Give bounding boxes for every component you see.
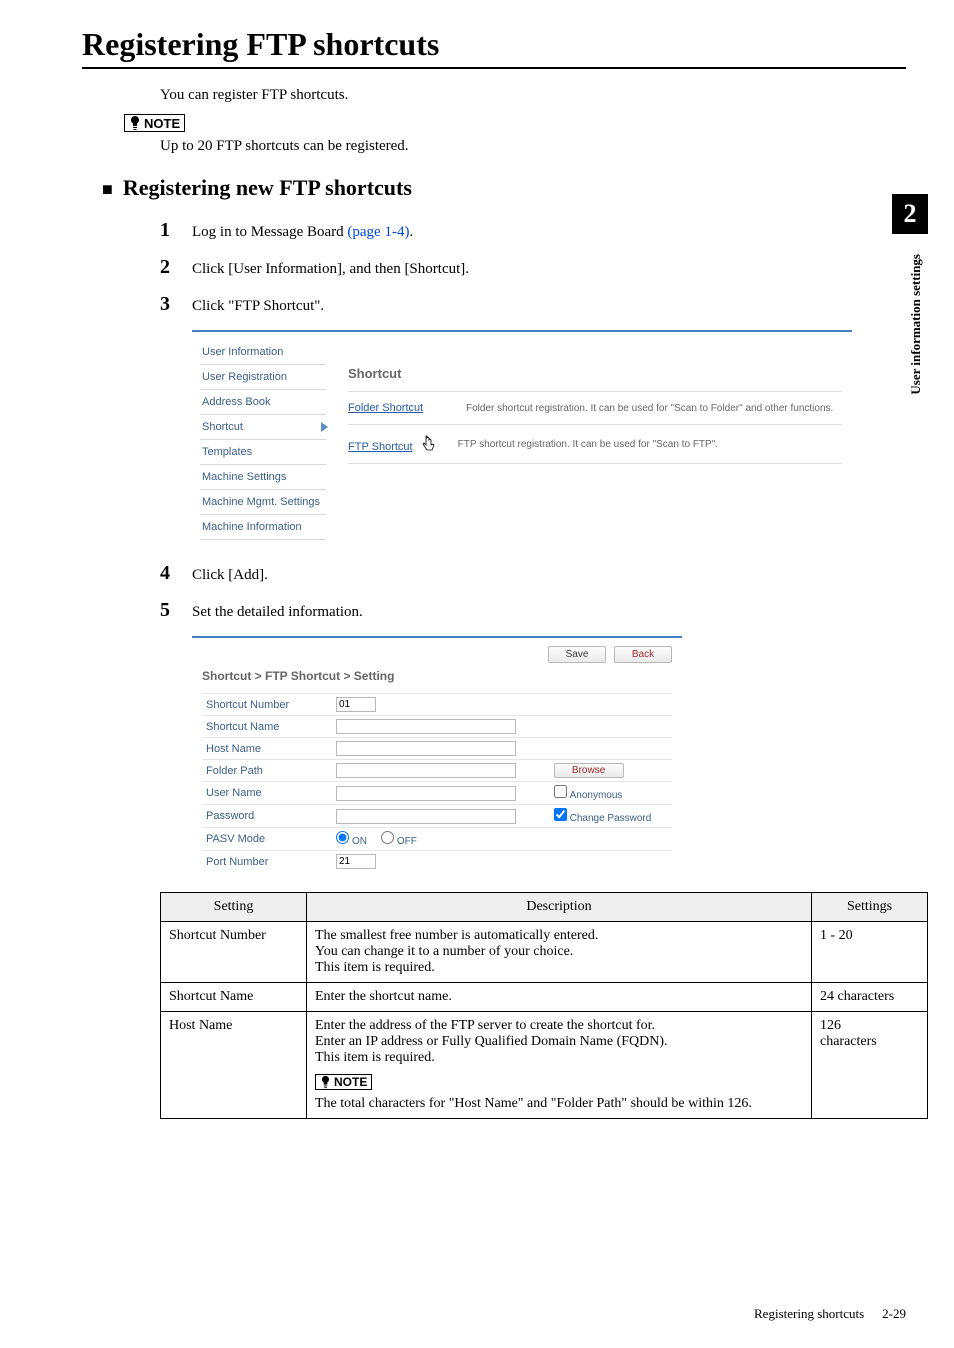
browse-button[interactable]: Browse bbox=[554, 763, 624, 778]
note-body: The total characters for "Host Name" and… bbox=[315, 1096, 752, 1111]
page-link[interactable]: (page 1-4) bbox=[347, 224, 409, 240]
sidebar-item-templates[interactable]: Templates bbox=[200, 440, 326, 465]
table-row: Shortcut Name Enter the shortcut name. 2… bbox=[161, 983, 928, 1012]
note-badge: NOTE bbox=[315, 1074, 372, 1090]
sidebar-item-machine-mgmt[interactable]: Machine Mgmt. Settings bbox=[200, 490, 326, 515]
cell-description: Enter the shortcut name. bbox=[307, 983, 812, 1012]
sidebar-item-user-information[interactable]: User Information bbox=[200, 340, 326, 365]
step-number-5: 5 bbox=[160, 599, 178, 622]
step-number-2: 2 bbox=[160, 256, 178, 279]
label-change-password: Change Password bbox=[570, 813, 652, 824]
panel-heading-shortcut: Shortcut bbox=[348, 366, 842, 381]
checkbox-anonymous[interactable] bbox=[554, 785, 567, 798]
cell-range: 24 characters bbox=[812, 983, 928, 1012]
screenshot-shortcut-list: User Information User Registration Addre… bbox=[192, 330, 852, 548]
cell-setting: Shortcut Name bbox=[161, 983, 307, 1012]
note-label: NOTE bbox=[144, 116, 180, 131]
step-4-text: Click [Add]. bbox=[192, 567, 268, 584]
note-badge: NOTE bbox=[124, 114, 185, 132]
section-bullet-icon: ■ bbox=[102, 179, 113, 200]
lightbulb-icon bbox=[320, 1075, 331, 1089]
row-ftp-shortcut: FTP Shortcut FTP shortcut registration. … bbox=[348, 429, 842, 459]
title-underline bbox=[82, 67, 906, 69]
lightbulb-icon bbox=[129, 115, 141, 131]
footer-page: 2-29 bbox=[882, 1306, 906, 1322]
note-label: NOTE bbox=[334, 1075, 367, 1089]
input-user-name[interactable] bbox=[336, 786, 516, 801]
sidebar-item-shortcut[interactable]: Shortcut bbox=[200, 415, 326, 440]
input-shortcut-name[interactable] bbox=[336, 719, 516, 734]
input-password[interactable] bbox=[336, 809, 516, 824]
th-setting: Setting bbox=[161, 893, 307, 922]
desc-folder-shortcut: Folder shortcut registration. It can be … bbox=[466, 403, 833, 414]
cell-description: The smallest free number is automaticall… bbox=[307, 922, 812, 983]
step-2-text: Click [User Information], and then [Shor… bbox=[192, 261, 469, 278]
sidebar-item-address-book[interactable]: Address Book bbox=[200, 390, 326, 415]
label-shortcut-number: Shortcut Number bbox=[202, 694, 332, 716]
section-heading: Registering new FTP shortcuts bbox=[123, 175, 412, 201]
step-number-1: 1 bbox=[160, 219, 178, 242]
cell-setting: Host Name bbox=[161, 1012, 307, 1119]
label-port-number: Port Number bbox=[202, 851, 332, 873]
checkbox-change-password[interactable] bbox=[554, 808, 567, 821]
step-3-text: Click "FTP Shortcut". bbox=[192, 298, 324, 315]
label-folder-path: Folder Path bbox=[202, 760, 332, 782]
step-1-text-b: . bbox=[409, 224, 413, 240]
table-row: Shortcut Number The smallest free number… bbox=[161, 922, 928, 983]
input-folder-path[interactable] bbox=[336, 763, 516, 778]
step-5-text: Set the detailed information. bbox=[192, 604, 363, 621]
table-row: Host Name Enter the address of the FTP s… bbox=[161, 1012, 928, 1119]
radio-pasv-off[interactable] bbox=[381, 831, 394, 844]
breadcrumb: Shortcut > FTP Shortcut > Setting bbox=[202, 669, 672, 683]
link-folder-shortcut[interactable]: Folder Shortcut bbox=[348, 402, 444, 414]
label-host-name: Host Name bbox=[202, 738, 332, 760]
page-title: Registering FTP shortcuts bbox=[82, 26, 906, 63]
admin-sidebar: User Information User Registration Addre… bbox=[192, 332, 334, 548]
chapter-tab: 2 bbox=[892, 194, 928, 234]
step-1-text-a: Log in to Message Board bbox=[192, 224, 347, 240]
intro-text: You can register FTP shortcuts. bbox=[160, 87, 906, 104]
label-password: Password bbox=[202, 805, 332, 828]
step-number-3: 3 bbox=[160, 293, 178, 316]
input-shortcut-number[interactable] bbox=[336, 697, 376, 712]
radio-pasv-on[interactable] bbox=[336, 831, 349, 844]
link-ftp-shortcut[interactable]: FTP Shortcut bbox=[348, 441, 413, 453]
cell-setting: Shortcut Number bbox=[161, 922, 307, 983]
cursor-pointer-icon bbox=[422, 435, 436, 453]
label-pasv-mode: PASV Mode bbox=[202, 828, 332, 851]
screenshot-ftp-form: Save Back Shortcut > FTP Shortcut > Sett… bbox=[192, 636, 682, 878]
input-host-name[interactable] bbox=[336, 741, 516, 756]
sidebar-item-machine-settings[interactable]: Machine Settings bbox=[200, 465, 326, 490]
cell-description: Enter the address of the FTP server to c… bbox=[307, 1012, 812, 1119]
cell-range: 126characters bbox=[812, 1012, 928, 1119]
label-pasv-on: ON bbox=[352, 836, 367, 847]
th-settings: Settings bbox=[812, 893, 928, 922]
sidebar-item-machine-information[interactable]: Machine Information bbox=[200, 515, 326, 540]
page-footer: Registering shortcuts 2-29 bbox=[754, 1306, 906, 1322]
back-button[interactable]: Back bbox=[614, 646, 672, 663]
label-anonymous: Anonymous bbox=[570, 790, 623, 801]
label-shortcut-name: Shortcut Name bbox=[202, 716, 332, 738]
step-1-text: Log in to Message Board (page 1-4). bbox=[192, 224, 413, 241]
sidebar-item-user-registration[interactable]: User Registration bbox=[200, 365, 326, 390]
label-user-name: User Name bbox=[202, 782, 332, 805]
row-folder-shortcut: Folder Shortcut Folder shortcut registra… bbox=[348, 396, 842, 420]
save-button[interactable]: Save bbox=[548, 646, 606, 663]
step-number-4: 4 bbox=[160, 562, 178, 585]
cell-range: 1 - 20 bbox=[812, 922, 928, 983]
input-port-number[interactable] bbox=[336, 854, 376, 869]
th-description: Description bbox=[307, 893, 812, 922]
chapter-side-label: User information settings bbox=[908, 254, 924, 395]
settings-table: Setting Description Settings Shortcut Nu… bbox=[160, 892, 928, 1119]
note-body: Up to 20 FTP shortcuts can be registered… bbox=[160, 138, 906, 155]
desc-ftp-shortcut: FTP shortcut registration. It can be use… bbox=[458, 439, 718, 450]
footer-title: Registering shortcuts bbox=[754, 1306, 864, 1322]
label-pasv-off: OFF bbox=[397, 836, 417, 847]
